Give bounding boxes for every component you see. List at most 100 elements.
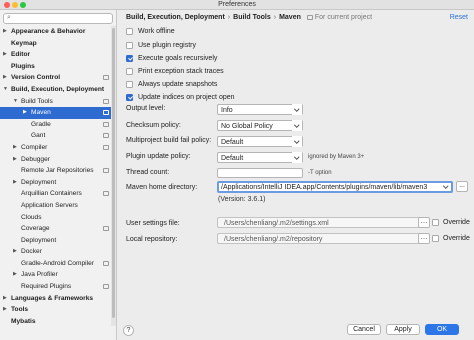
reset-link[interactable]: Reset <box>450 14 468 21</box>
maven-home-input[interactable]: /Applications/IntelliJ IDEA.app/Contents… <box>217 181 453 193</box>
chevron-down-icon <box>442 183 450 191</box>
chevron-right-icon[interactable]: ▶ <box>3 293 7 305</box>
project-scope-icon <box>103 168 109 174</box>
sidebar-item[interactable]: ▶ Maven <box>0 107 116 119</box>
sidebar-item[interactable]: ▼ Build, Execution, Deployment <box>0 84 116 96</box>
sidebar-item[interactable]: ▶ Docker <box>0 246 116 258</box>
cancel-button[interactable]: Cancel <box>347 324 381 335</box>
sidebar-item[interactable]: Keymap <box>0 38 116 50</box>
thread-count-input[interactable] <box>217 168 303 178</box>
sidebar-item-label: Deployment <box>21 178 57 186</box>
sidebar-item[interactable]: Required Plugins <box>0 281 116 293</box>
sidebar-item-label: Maven <box>31 109 51 117</box>
sidebar-item-label: Docker <box>21 248 42 256</box>
sidebar-item[interactable]: Remote Jar Repositories <box>0 165 116 177</box>
sidebar-item[interactable]: ▶ Compiler <box>0 142 116 154</box>
checksum-policy-select[interactable]: No Global Policy <box>217 120 303 131</box>
sidebar-item[interactable]: Coverage <box>0 223 116 235</box>
chevron-right-icon[interactable]: ▶ <box>23 107 27 119</box>
chevron-down-icon <box>292 136 302 147</box>
user-settings-input[interactable]: /Users/chenliang/.m2/settings.xml <box>217 217 422 228</box>
option-checkbox-label: Work offline <box>138 28 175 35</box>
chevron-right-icon[interactable]: ▶ <box>3 72 7 84</box>
settings-sidebar: ⌕ ▶ Appearance & Behavior Keymap ▶ Editor Plu… <box>0 10 117 340</box>
chevron-right-icon[interactable]: ▶ <box>3 304 7 316</box>
chevron-right-icon[interactable]: ▶ <box>13 177 17 189</box>
user-settings-browse-button[interactable]: … <box>418 217 430 228</box>
local-repository-input[interactable]: /Users/chenliang/.m2/repository <box>217 233 422 244</box>
option-checkbox[interactable] <box>126 94 133 101</box>
chevron-right-icon[interactable]: ▶ <box>13 269 17 281</box>
user-settings-value: /Users/chenliang/.m2/settings.xml <box>224 219 329 227</box>
sidebar-item[interactable]: ▶ Appearance & Behavior <box>0 26 116 38</box>
sidebar-item[interactable]: Mybatis <box>0 316 116 328</box>
sidebar-item[interactable]: Gradle <box>0 119 116 131</box>
project-scope-icon <box>103 144 109 150</box>
option-checkbox-label: Update indices on project open <box>138 94 235 101</box>
sidebar-item[interactable]: ▶ Languages & Frameworks <box>0 293 116 305</box>
chevron-down-icon <box>292 104 302 115</box>
multiproject-policy-select[interactable]: Default <box>217 136 303 147</box>
sidebar-item-label: Clouds <box>21 213 42 221</box>
chevron-down-icon <box>292 120 302 131</box>
sidebar-scroll-thumb[interactable] <box>112 28 115 318</box>
sidebar-item[interactable]: ▶ Version Control <box>0 72 116 84</box>
sidebar-item[interactable]: Deployment <box>0 235 116 247</box>
option-checkbox[interactable] <box>126 42 133 49</box>
sidebar-item[interactable]: ▼ Build Tools <box>0 96 116 108</box>
sidebar-item[interactable]: Plugins <box>0 61 116 73</box>
search-icon: ⌕ <box>7 14 11 21</box>
sidebar-item[interactable]: Arquillian Containers <box>0 188 116 200</box>
option-checkbox[interactable] <box>126 68 133 75</box>
sidebar-item[interactable]: Gant <box>0 130 116 142</box>
multiproject-policy-value: Default <box>221 138 244 146</box>
thread-count-label: Thread count: <box>126 169 170 176</box>
maven-home-browse-button[interactable]: ... <box>456 181 468 192</box>
option-checkbox[interactable] <box>126 55 133 62</box>
sidebar-item[interactable]: Clouds <box>0 212 116 224</box>
apply-button[interactable]: Apply <box>386 324 420 335</box>
chevron-right-icon[interactable]: ▶ <box>13 154 17 166</box>
ok-button[interactable]: OK <box>425 324 459 335</box>
chevron-right-icon[interactable]: ▶ <box>3 26 7 38</box>
chevron-down-icon[interactable]: ▼ <box>13 96 18 108</box>
local-repository-override-checkbox[interactable] <box>432 235 439 242</box>
project-scope-icon <box>103 260 109 266</box>
chevron-right-icon[interactable]: ▶ <box>13 142 17 154</box>
chevron-down-icon <box>292 152 302 163</box>
sidebar-item-label: Remote Jar Repositories <box>21 167 94 175</box>
settings-search-input[interactable]: ⌕ <box>3 13 113 24</box>
sidebar-scrollbar[interactable] <box>111 26 116 326</box>
sidebar-item[interactable]: ▶ Tools <box>0 304 116 316</box>
option-checkbox[interactable] <box>126 28 133 35</box>
chevron-down-icon[interactable]: ▼ <box>3 84 8 96</box>
local-repository-override-label: Override <box>443 235 470 242</box>
help-button[interactable]: ? <box>123 325 134 336</box>
settings-tree: ▶ Appearance & Behavior Keymap ▶ Editor Plugi… <box>0 26 116 328</box>
sidebar-item[interactable]: Gradle-Android Compiler <box>0 258 116 270</box>
sidebar-item[interactable]: ▶ Java Profiler <box>0 269 116 281</box>
local-repository-browse-button[interactable]: … <box>418 233 430 244</box>
sidebar-item-label: Arquillian Containers <box>21 190 82 198</box>
plugin-update-policy-select[interactable]: Default <box>217 152 303 163</box>
sidebar-item[interactable]: ▶ Editor <box>0 49 116 61</box>
sidebar-item-label: Debugger <box>21 155 50 163</box>
option-checkbox-label: Execute goals recursively <box>138 55 218 62</box>
checksum-policy-value: No Global Policy <box>221 122 273 130</box>
sidebar-item-label: Compiler <box>21 143 48 151</box>
sidebar-item-label: Required Plugins <box>21 283 72 291</box>
sidebar-item[interactable]: ▶ Debugger <box>0 154 116 166</box>
sidebar-item[interactable]: Application Servers <box>0 200 116 212</box>
thread-count-note: -T option <box>308 170 332 176</box>
sidebar-item-label: Plugins <box>11 62 35 70</box>
option-checkbox[interactable] <box>126 81 133 88</box>
sidebar-item-label: Gradle-Android Compiler <box>21 259 94 267</box>
sidebar-item[interactable]: ▶ Deployment <box>0 177 116 189</box>
sidebar-item-label: Mybatis <box>11 317 36 325</box>
chevron-right-icon[interactable]: ▶ <box>3 49 7 61</box>
chevron-right-icon[interactable]: ▶ <box>13 246 17 258</box>
user-settings-override-checkbox[interactable] <box>432 219 439 226</box>
output-level-select[interactable]: Info <box>217 104 303 115</box>
output-level-value: Info <box>221 106 233 114</box>
sidebar-item-label: Build, Execution, Deployment <box>11 85 105 93</box>
